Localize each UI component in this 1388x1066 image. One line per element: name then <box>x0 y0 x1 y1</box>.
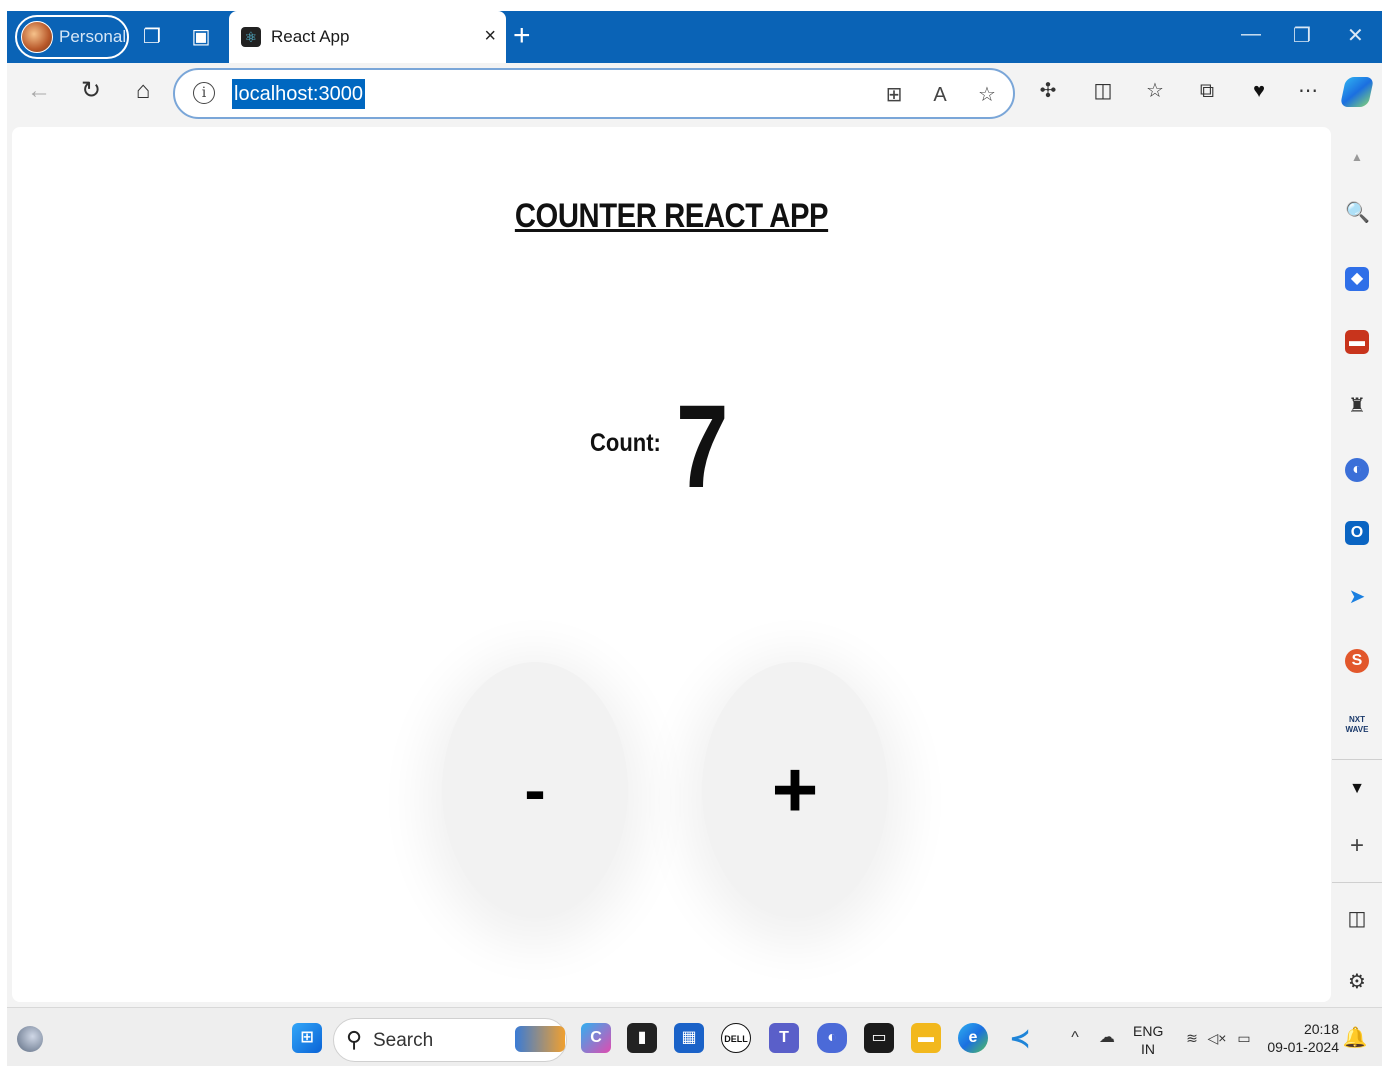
workspaces-icon[interactable]: ❐ <box>140 25 164 49</box>
profile-button[interactable]: Personal <box>15 15 129 59</box>
minimize-icon[interactable]: — <box>1241 23 1261 46</box>
language-indicator[interactable]: ENG IN <box>1133 1022 1163 1058</box>
site-info-icon[interactable]: i <box>193 82 215 104</box>
settings-icon[interactable]: ⚙ <box>1345 970 1369 994</box>
tools-icon[interactable]: ▬ <box>1345 330 1369 354</box>
microsoft-365-icon[interactable]: ◐ <box>817 1023 847 1053</box>
collections-icon[interactable]: ⧉ <box>1193 77 1221 105</box>
read-aloud-icon[interactable]: A <box>927 82 953 108</box>
windows-taskbar: ⊞ ⚲ Search C ▮ ▦ DELL T ◐ ▭ ▬ e ≺ ^ ☁ EN… <box>7 1007 1382 1066</box>
tab-close-icon[interactable]: × <box>484 25 496 48</box>
count-label: Count: <box>590 429 661 457</box>
favorite-star-icon[interactable]: ☆ <box>974 82 1000 108</box>
sidebar-toggle-icon[interactable]: ◫ <box>1345 907 1369 931</box>
close-window-icon[interactable]: ✕ <box>1347 23 1364 48</box>
clock[interactable]: 20:18 09-01-2024 <box>1263 1020 1339 1056</box>
add-icon[interactable]: + <box>1345 834 1369 858</box>
avatar <box>21 21 53 53</box>
title-bar: Personal ❐ ▣ ⚛ React App × + — ❐ ✕ <box>7 11 1382 63</box>
browser-toolbar: ← ↻ ⌂ i localhost:3000 ⊞ A ☆ ✣ ◫ ☆ ⧉ ♥ ⋯ <box>7 63 1382 125</box>
extension-s-icon[interactable]: S <box>1345 649 1369 673</box>
back-icon[interactable]: ← <box>25 77 53 105</box>
vscode-icon[interactable]: ≺ <box>1005 1023 1035 1053</box>
edge-icon[interactable]: e <box>958 1023 988 1053</box>
address-bar[interactable]: i localhost:3000 ⊞ A ☆ <box>173 68 1015 119</box>
store-icon[interactable]: ▦ <box>674 1023 704 1053</box>
tab-react-app[interactable]: ⚛ React App × <box>229 11 506 63</box>
sidebar-divider <box>1332 882 1382 883</box>
copilot-icon[interactable] <box>1339 77 1375 107</box>
profile-label: Personal <box>59 27 127 46</box>
url-text[interactable]: localhost:3000 <box>232 79 365 109</box>
clock-date: 09-01-2024 <box>1267 1039 1339 1055</box>
language-line2: IN <box>1141 1041 1155 1057</box>
nxtwave-icon[interactable]: NXT WAVE <box>1345 713 1369 737</box>
search-label: Search <box>373 1030 434 1051</box>
onedrive-icon[interactable]: ☁ <box>1092 1023 1122 1053</box>
increment-button[interactable]: + <box>702 662 888 918</box>
clock-time: 20:18 <box>1303 1021 1339 1037</box>
decrement-label: - <box>524 754 546 826</box>
terminal-icon[interactable]: ▭ <box>864 1023 894 1053</box>
file-explorer-icon[interactable]: ▬ <box>911 1023 941 1053</box>
page-title: COUNTER REACT APP <box>514 197 829 235</box>
scroll-up-icon[interactable]: ▲ <box>1345 145 1369 169</box>
chevron-up-icon[interactable]: ^ <box>1060 1023 1090 1053</box>
increment-label: + <box>771 745 819 834</box>
split-screen-icon[interactable]: ◫ <box>1089 77 1117 105</box>
more-icon[interactable]: ⋯ <box>1294 77 1322 105</box>
extensions-icon[interactable]: ✣ <box>1034 77 1062 105</box>
browser-window: Personal ❐ ▣ ⚛ React App × + — ❐ ✕ ← ↻ ⌂… <box>7 11 1382 1066</box>
sidebar-divider <box>1332 759 1382 760</box>
new-tab-button[interactable]: + <box>513 21 531 51</box>
weather-icon[interactable] <box>17 1026 43 1052</box>
browser-essentials-icon[interactable]: ♥ <box>1245 77 1273 105</box>
volume-muted-icon[interactable]: ◁× <box>1202 1023 1232 1053</box>
search-icon[interactable]: 🔍 <box>1345 201 1370 225</box>
refresh-icon[interactable]: ↻ <box>77 77 105 105</box>
tab-title: React App <box>271 27 350 46</box>
teams-icon[interactable]: T <box>769 1023 799 1053</box>
task-view-icon[interactable]: ▮ <box>627 1023 657 1053</box>
edge-sidebar: ▲ 🔍 ◆ ▬ ♜ ◐ O ➤ S NXT WAVE ▼ + ◫ ⚙ <box>1332 127 1382 1007</box>
copilot-preview-icon[interactable]: C <box>581 1023 611 1053</box>
favorites-icon[interactable]: ☆ <box>1141 77 1169 105</box>
language-line1: ENG <box>1133 1023 1164 1039</box>
page-viewport: COUNTER REACT APP Count: 7 - + <box>12 127 1331 1002</box>
drop-icon[interactable]: ➤ <box>1345 585 1369 609</box>
restore-icon[interactable]: ❐ <box>1293 23 1311 48</box>
app-available-icon[interactable]: ⊞ <box>881 82 907 108</box>
decrement-button[interactable]: - <box>442 662 628 918</box>
dell-icon[interactable]: DELL <box>721 1023 751 1053</box>
vertical-tabs-icon[interactable]: ▣ <box>189 25 213 49</box>
scroll-down-icon[interactable]: ▼ <box>1345 777 1369 801</box>
count-value: 7 <box>676 381 729 513</box>
start-icon[interactable]: ⊞ <box>292 1023 322 1053</box>
microsoft-365-icon[interactable]: ◐ <box>1345 458 1369 482</box>
battery-icon[interactable]: ▭ <box>1229 1023 1259 1053</box>
home-icon[interactable]: ⌂ <box>129 77 157 105</box>
games-icon[interactable]: ♜ <box>1345 394 1369 418</box>
outlook-icon[interactable]: O <box>1345 521 1369 545</box>
react-favicon-icon: ⚛ <box>241 27 261 47</box>
search-highlight-icon <box>515 1026 565 1052</box>
search-icon: ⚲ <box>346 1027 363 1052</box>
shopping-icon[interactable]: ◆ <box>1345 267 1369 291</box>
notification-bell-icon[interactable]: 🔔 <box>1340 1023 1370 1053</box>
